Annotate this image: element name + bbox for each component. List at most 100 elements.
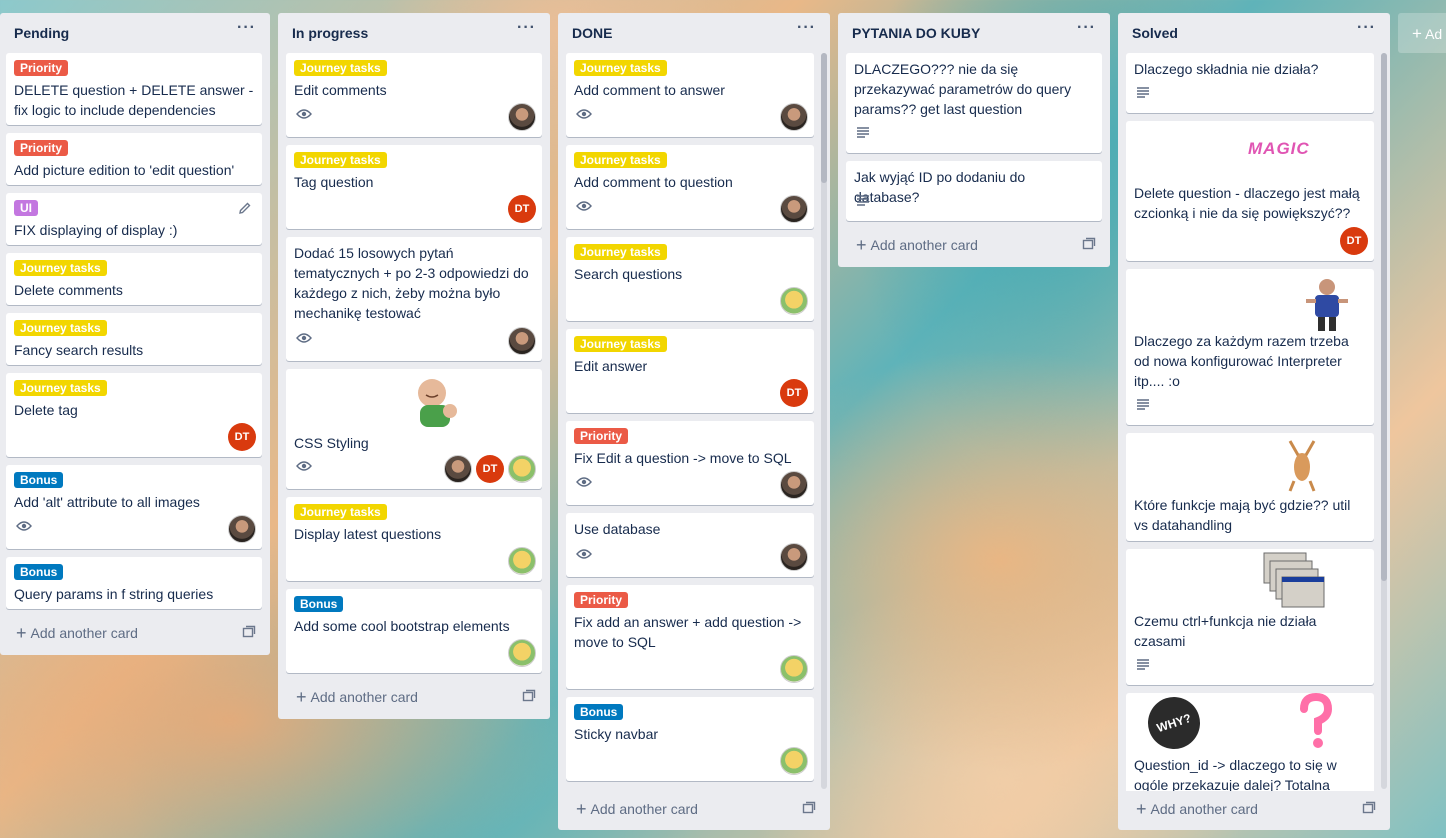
add-card-button[interactable]: + Add another card (16, 623, 138, 644)
list-header[interactable]: PYTANIA DO KUBY ··· (838, 13, 1110, 53)
card[interactable]: Bonus Add 'alt' attribute to all images (6, 465, 262, 549)
description-icon (856, 125, 870, 141)
add-list-button[interactable]: + Ad (1398, 13, 1446, 53)
card[interactable]: Bonus Query params in f string queries (6, 557, 262, 609)
add-card-button[interactable]: + Add another card (576, 799, 698, 820)
list-title[interactable]: DONE (572, 25, 612, 53)
eye-icon (16, 519, 32, 535)
add-card-button[interactable]: + Add another card (856, 235, 978, 256)
card[interactable]: Journey tasks Edit answer DT (566, 329, 814, 413)
card-template-icon[interactable] (1362, 801, 1376, 818)
card[interactable]: Czemu ctrl+funkcja nie działa czasami (1126, 549, 1374, 685)
member-avatar[interactable] (780, 195, 808, 223)
list-menu-icon[interactable]: ··· (517, 19, 536, 53)
card[interactable]: Priority Add picture edition to 'edit qu… (6, 133, 262, 185)
card[interactable]: Use database (566, 513, 814, 577)
member-avatar[interactable] (508, 639, 536, 667)
plus-icon: + (296, 687, 307, 707)
list-header[interactable]: DONE ··· (558, 13, 830, 53)
eye-icon (296, 459, 312, 475)
scrollbar-thumb[interactable] (1381, 53, 1387, 581)
member-avatar[interactable] (444, 455, 472, 483)
pencil-icon[interactable] (238, 201, 252, 218)
member-avatar[interactable] (780, 655, 808, 683)
member-avatar[interactable] (780, 471, 808, 499)
card[interactable]: WHY? Question_id -> dlaczego to się w og… (1126, 690, 1374, 791)
member-avatar[interactable]: DT (780, 379, 808, 407)
card[interactable]: Jak wyjąć ID po dodaniu do database? (846, 161, 1102, 221)
card[interactable]: CSS Styling DT (286, 369, 542, 489)
card-container: Priority DELETE question + DELETE answer… (6, 53, 262, 623)
card[interactable]: Journey tasks Delete comments (6, 253, 262, 305)
member-avatar[interactable]: DT (1340, 227, 1368, 255)
member-avatar[interactable] (228, 515, 256, 543)
card[interactable]: Journey tasks Search questions (566, 237, 814, 321)
add-card-label: Add another card (1150, 801, 1258, 817)
list-title[interactable]: PYTANIA DO KUBY (852, 25, 980, 53)
card[interactable]: UI FIX displaying of display :) (6, 193, 262, 245)
list-menu-icon[interactable]: ··· (1357, 19, 1376, 53)
card-label: Journey tasks (294, 504, 387, 520)
list-header[interactable]: In progress ··· (278, 13, 550, 53)
card[interactable]: Journey tasks Edit comments (286, 53, 542, 137)
member-avatar[interactable] (780, 287, 808, 315)
card-label: Journey tasks (294, 60, 387, 76)
member-avatar[interactable] (508, 327, 536, 355)
list-menu-icon[interactable]: ··· (1077, 19, 1096, 53)
list-menu-icon[interactable]: ··· (237, 19, 256, 53)
list-in-progress: In progress ··· Journey tasks Edit comme… (278, 13, 550, 719)
card[interactable]: Journey tasks Tag question DT (286, 145, 542, 229)
card[interactable]: DLACZEGO??? nie da się przekazywać param… (846, 53, 1102, 153)
card-label: Journey tasks (14, 260, 107, 276)
member-avatar[interactable] (508, 455, 536, 483)
card[interactable]: Dlaczego składnia nie działa? (1126, 53, 1374, 113)
card[interactable]: Priority DELETE question + DELETE answer… (6, 53, 262, 125)
card[interactable]: Dodać 15 losowych pytań tematycznych + p… (286, 237, 542, 361)
add-card-button[interactable]: + Add another card (1136, 799, 1258, 820)
card-title: Add some cool bootstrap elements (294, 618, 510, 634)
card-template-icon[interactable] (1082, 237, 1096, 254)
plus-icon: + (856, 235, 867, 255)
scrollbar-thumb[interactable] (821, 53, 827, 183)
card[interactable]: Journey tasks Add comment to question (566, 145, 814, 229)
card-template-icon[interactable] (242, 625, 256, 642)
card[interactable]: MAGIC Delete question - dlaczego jest ma… (1126, 121, 1374, 261)
scrollbar[interactable] (1381, 53, 1387, 789)
member-avatar[interactable] (780, 747, 808, 775)
member-avatar[interactable] (780, 543, 808, 571)
card-title: DELETE question + DELETE answer - fix lo… (14, 82, 254, 118)
scrollbar[interactable] (821, 53, 827, 789)
card-label: Priority (14, 140, 69, 156)
card[interactable]: Priority Fix add an answer + add questio… (566, 585, 814, 689)
member-avatar[interactable]: DT (228, 423, 256, 451)
card[interactable]: Bonus Add some cool bootstrap elements (286, 589, 542, 673)
member-avatar[interactable]: DT (476, 455, 504, 483)
list-title[interactable]: Pending (14, 25, 69, 53)
card[interactable]: Priority Fix Edit a question -> move to … (566, 421, 814, 505)
add-card-button[interactable]: + Add another card (296, 687, 418, 708)
member-avatar[interactable] (508, 103, 536, 131)
card-title: Delete question - dlaczego jest małą czc… (1134, 185, 1360, 221)
card[interactable]: Journey tasks Fancy search results (6, 313, 262, 365)
why-sticker-image: WHY? (1141, 690, 1207, 756)
card-template-icon[interactable] (802, 801, 816, 818)
list-menu-icon[interactable]: ··· (797, 19, 816, 53)
card[interactable]: Journey tasks Delete tag DT (6, 373, 262, 457)
list-title[interactable]: In progress (292, 25, 368, 53)
card[interactable]: Journey tasks Add comment to answer (566, 53, 814, 137)
card[interactable]: Bonus Sticky navbar (566, 697, 814, 781)
list-header[interactable]: Pending ··· (0, 13, 270, 53)
card[interactable]: Dlaczego za każdym razem trzeba od nowa … (1126, 269, 1374, 425)
list-header[interactable]: Solved ··· (1118, 13, 1390, 53)
card-label: Priority (574, 592, 629, 608)
card-title: Display latest questions (294, 526, 442, 542)
member-avatar[interactable] (780, 103, 808, 131)
member-avatar[interactable]: DT (508, 195, 536, 223)
card-container: Journey tasks Edit comments Journey task… (286, 53, 542, 685)
card-template-icon[interactable] (522, 689, 536, 706)
card[interactable]: Które funkcje mają być gdzie?? util vs d… (1126, 433, 1374, 541)
card-label: Bonus (14, 472, 64, 488)
member-avatar[interactable] (508, 547, 536, 575)
card[interactable]: Journey tasks Display latest questions (286, 497, 542, 581)
list-title[interactable]: Solved (1132, 25, 1178, 53)
